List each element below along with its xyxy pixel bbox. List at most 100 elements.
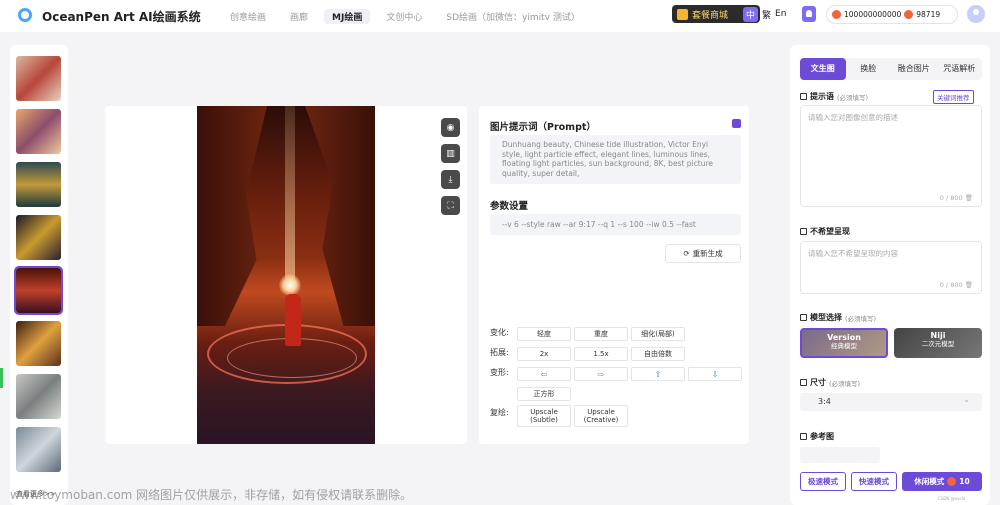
square-button[interactable]: 正方形	[517, 387, 571, 401]
zoom-2x-button[interactable]: 2x	[517, 347, 571, 361]
generated-image	[197, 106, 375, 444]
pan-up-button[interactable]: ⇧	[631, 367, 685, 381]
negative-label: 不希望呈现	[810, 227, 850, 236]
lang-zht[interactable]: 繁	[762, 8, 771, 21]
keyword-recommend-button[interactable]: 关键词推荐	[933, 90, 974, 104]
refresh-icon: ⟳	[683, 249, 690, 258]
vary-subtle-button[interactable]: 轻度	[517, 327, 571, 341]
zoom-custom-button[interactable]: 自由倍数	[631, 347, 685, 361]
negative-input[interactable]: 请输入您不希望呈现的内容 0 / 800 🗑	[800, 241, 982, 294]
cube-icon	[800, 314, 807, 321]
shop-label: 套餐商城	[692, 10, 729, 21]
thumbnail[interactable]	[16, 427, 61, 472]
negative-counter: 0 / 800 🗑	[939, 281, 973, 289]
image-icon	[800, 433, 807, 440]
credit: CSDN @ovchi	[938, 496, 966, 501]
lang-zh[interactable]: 中	[743, 6, 759, 22]
prompt-title: 图片提示词（Prompt）	[490, 122, 596, 133]
reference-label: 参考图	[810, 432, 834, 441]
thumbnail[interactable]	[16, 56, 61, 101]
negative-icon	[800, 228, 807, 235]
negative-section-title: 不希望呈现	[800, 226, 850, 237]
upscale-subtle-sub: (Subtle)	[530, 416, 558, 424]
thumbnail[interactable]	[16, 109, 61, 154]
size-label: 尺寸	[810, 378, 826, 387]
balance-secondary: 98719	[916, 10, 941, 19]
relax-mode-count: 10	[959, 477, 970, 486]
thumbnail-selected[interactable]	[14, 266, 63, 315]
prompt-input[interactable]: 请输入您对图像创意的描述 0 / 800 🗑	[800, 105, 982, 207]
app-title: OceanPen Art AI绘画系统	[42, 10, 201, 24]
reference-section-title: 参考图	[800, 431, 834, 442]
thumbnail[interactable]	[16, 374, 61, 419]
tab-describe[interactable]: 咒语解析	[937, 58, 983, 80]
language-switch: 中 繁 En	[743, 5, 786, 23]
coin-icon	[832, 10, 841, 19]
vary-strong-button[interactable]: 重度	[574, 327, 628, 341]
chevron-down-icon: ⌄	[963, 395, 970, 404]
lang-en[interactable]: En	[775, 9, 786, 19]
pan-down-button[interactable]: ⇩	[688, 367, 742, 381]
nav-gallery[interactable]: 画廊	[282, 9, 316, 24]
tab-text-to-image[interactable]: 文生图	[800, 58, 846, 80]
trash-icon[interactable]: ▥	[441, 144, 460, 163]
model-niji-sub: 二次元模型	[921, 340, 955, 348]
coin-icon-3	[947, 477, 957, 486]
vary-region-button[interactable]: 细化(局部)	[631, 327, 685, 341]
settings-panel: 文生图 换脸 融合图片 咒语解析 提示语 (必须填写) 关键词推荐 请输入您对图…	[790, 45, 990, 505]
pan-left-button[interactable]: ⇦	[517, 367, 571, 381]
model-version-card[interactable]: Version 经典模型	[800, 328, 888, 358]
regenerate-label: 重新生成	[692, 249, 723, 258]
size-value: 3:4	[818, 397, 831, 406]
upscale-creative-label: Upscale	[587, 408, 615, 416]
prompt-required: (必须填写)	[837, 93, 869, 102]
thumbnail[interactable]	[16, 162, 61, 207]
regenerate-button[interactable]: ⟳ 重新生成	[665, 244, 741, 263]
points-display[interactable]: 100000000000 98719	[826, 5, 958, 24]
nav-sd[interactable]: SD绘画（加微信：yimitv 测试）	[438, 9, 587, 24]
nav-creative[interactable]: 创意绘画	[222, 9, 274, 24]
side-indicator	[0, 368, 3, 388]
vary-label: 变化:	[490, 328, 509, 337]
thumbnail-list: 查看更多>>	[10, 45, 68, 505]
model-label: 模型选择	[810, 313, 842, 322]
params-text: --v 6 --style raw --ar 9:17 --q 1 --s 10…	[490, 214, 741, 235]
prompt-placeholder: 请输入您对图像创意的描述	[808, 113, 898, 122]
upscale-subtle-button[interactable]: Upscale (Subtle)	[517, 405, 571, 427]
image-toolbar: ◉ ▥ ⤓ ⛶	[441, 118, 460, 215]
upscale-label: 复绘:	[490, 408, 509, 417]
model-niji-card[interactable]: Niji 二次元模型	[894, 328, 982, 358]
prompt-icon	[800, 93, 807, 100]
pan-right-button[interactable]: ⇨	[574, 367, 628, 381]
tab-blend[interactable]: 融合图片	[891, 58, 937, 80]
fullscreen-icon[interactable]: ⛶	[441, 196, 460, 215]
relax-mode-label: 休闲模式	[914, 477, 945, 486]
size-required: (必须填写)	[829, 379, 861, 388]
top-bar: OceanPen Art AI绘画系统 创意绘画 画廊 MJ绘画 文创中心 SD…	[0, 0, 1000, 32]
package-icon	[677, 8, 688, 20]
avatar[interactable]	[967, 5, 985, 23]
zoom-label: 拓展:	[490, 348, 509, 357]
model-version-name: Version	[827, 333, 861, 342]
balance-primary: 100000000000	[844, 10, 902, 19]
eye-icon[interactable]: ◉	[441, 118, 460, 137]
download-icon[interactable]: ⤓	[441, 170, 460, 189]
thumbnail[interactable]	[16, 215, 61, 260]
nav-culture[interactable]: 文创中心	[378, 9, 430, 24]
size-section-title: 尺寸 (必须填写)	[800, 377, 860, 388]
copy-icon[interactable]	[732, 119, 741, 128]
params-title: 参数设置	[490, 201, 529, 212]
nav-mj[interactable]: MJ绘画	[324, 9, 371, 24]
size-select[interactable]: 3:4 ⌄	[800, 393, 982, 411]
turbo-mode-button[interactable]: 极速模式	[800, 472, 846, 491]
relax-mode-button[interactable]: 休闲模式 10	[902, 472, 982, 491]
thumbnail[interactable]	[16, 321, 61, 366]
upscale-creative-button[interactable]: Upscale (Creative)	[574, 405, 628, 427]
zoom-1_5x-button[interactable]: 1.5x	[574, 347, 628, 361]
reference-upload[interactable]	[800, 447, 880, 463]
notification-icon[interactable]	[802, 6, 816, 22]
prompt-text: Dunhuang beauty, Chinese tide illustrati…	[490, 135, 741, 184]
fast-mode-button[interactable]: 快速模式	[851, 472, 897, 491]
tab-face-swap[interactable]: 换脸	[846, 58, 892, 80]
model-version-sub: 经典模型	[831, 342, 857, 350]
